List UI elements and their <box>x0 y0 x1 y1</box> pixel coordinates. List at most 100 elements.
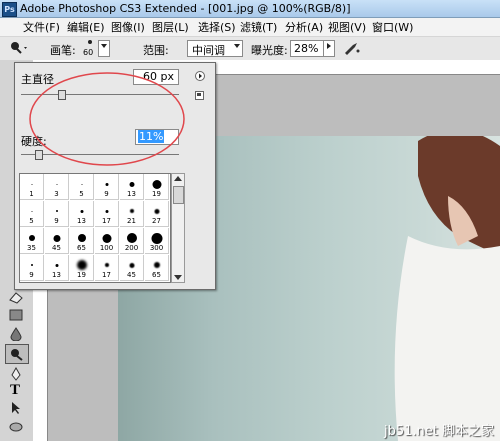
brush-tip-icon <box>31 183 32 185</box>
brush-tip-icon <box>105 182 108 186</box>
airbrush-icon[interactable] <box>343 41 361 55</box>
brush-preset[interactable]: 35 <box>20 228 44 254</box>
brush-preset-size: 65 <box>152 271 161 279</box>
watermark: jb51.net 脚本之家 <box>383 424 494 439</box>
brush-preset[interactable]: 19 <box>70 255 94 281</box>
highlight-circle-annotation <box>29 72 185 166</box>
brush-preset[interactable]: 1 <box>20 174 44 200</box>
menu-file[interactable]: 文件(F) <box>23 19 60 35</box>
menu-view[interactable]: 视图(V) <box>328 19 366 35</box>
blur-icon[interactable] <box>8 327 24 341</box>
brush-preset-size: 9 <box>104 190 109 198</box>
brush-tip-icon <box>76 260 87 270</box>
photoshop-app-icon: Ps <box>2 2 17 17</box>
brush-preset-size: 13 <box>127 190 136 198</box>
shape-icon[interactable] <box>8 420 24 434</box>
brush-preset[interactable]: 3 <box>45 174 69 200</box>
brush-preset-size: 300 <box>149 244 164 252</box>
dodge-tool-button[interactable] <box>5 344 29 364</box>
brush-preset-size: 35 <box>27 244 36 252</box>
menu-window[interactable]: 窗口(W) <box>372 19 413 35</box>
brush-preset[interactable]: 200 <box>120 228 144 254</box>
brush-tip-icon <box>154 208 159 214</box>
brush-tip-icon <box>129 262 134 268</box>
brush-tip-icon <box>55 210 58 212</box>
menu-analysis[interactable]: 分析(A) <box>285 19 323 35</box>
brush-tip-icon <box>153 262 160 268</box>
brush-preset[interactable]: 21 <box>120 201 144 227</box>
brush-tip-icon <box>129 209 134 213</box>
menu-image[interactable]: 图像(I) <box>111 19 145 35</box>
brush-preset[interactable]: 13 <box>70 201 94 227</box>
brush-dropdown-button[interactable] <box>98 40 110 57</box>
menu-edit[interactable]: 编辑(E) <box>67 19 105 35</box>
brush-preset-size: 13 <box>77 217 86 225</box>
brush-preset-size: 5 <box>79 190 84 198</box>
brush-preset[interactable]: 13 <box>120 174 144 200</box>
dodge-tool-preset-icon[interactable] <box>8 41 30 55</box>
save-brush-icon[interactable] <box>195 91 204 100</box>
brush-tip-icon <box>102 233 111 243</box>
preset-scrollbar[interactable] <box>171 173 185 283</box>
menu-select[interactable]: 选择(S) <box>198 19 236 35</box>
brush-preset[interactable]: 45 <box>120 255 144 281</box>
brush-preset-size: 17 <box>102 217 111 225</box>
brush-preset[interactable]: 13 <box>45 255 69 281</box>
range-select[interactable]: 中间调 <box>187 40 243 57</box>
menu-bar: 文件(F) 编辑(E) 图像(I) 图层(L) 选择(S) 滤镜(T) 分析(A… <box>0 18 500 37</box>
brush-preset-grid: 1 3 5 9 13 19 5 9 13 17 21 27 35 45 65 100 200 300 9 13 19 17… <box>19 173 171 283</box>
brush-preset-size: 17 <box>102 271 111 279</box>
brush-preset[interactable]: 300 <box>145 228 169 254</box>
gradient-icon[interactable] <box>8 308 24 322</box>
brush-preset-size: 21 <box>127 217 136 225</box>
brush-tip-icon <box>152 179 161 189</box>
brush-preset-size: 65 <box>77 244 86 252</box>
brush-tip-icon <box>129 181 134 187</box>
brush-preset[interactable]: 5 <box>20 201 44 227</box>
brush-preset-size: 13 <box>52 271 61 279</box>
brush-preset[interactable]: 45 <box>45 228 69 254</box>
brush-preset[interactable]: 5 <box>70 174 94 200</box>
brush-label: 画笔: <box>50 44 76 57</box>
menu-layer[interactable]: 图层(L) <box>152 19 189 35</box>
exposure-stepper-button[interactable] <box>323 40 335 57</box>
brush-tip-icon <box>80 209 83 213</box>
brush-tip-icon <box>77 234 86 242</box>
eraser-icon[interactable] <box>8 290 24 304</box>
brush-preset[interactable]: 17 <box>95 255 119 281</box>
brush-preset-size: 100 <box>99 244 114 252</box>
brush-preset[interactable]: 17 <box>95 201 119 227</box>
scroll-down-icon[interactable] <box>174 275 182 280</box>
brush-tip-icon <box>126 233 137 243</box>
brush-tip-icon <box>56 183 57 185</box>
scroll-up-icon[interactable] <box>174 176 182 181</box>
brush-preview[interactable]: 60 <box>82 38 98 58</box>
exposure-label: 曝光度: <box>251 44 288 57</box>
brush-preset[interactable]: 65 <box>145 255 169 281</box>
menu-filter[interactable]: 滤镜(T) <box>240 19 277 35</box>
brush-preset[interactable]: 9 <box>20 255 44 281</box>
pen-icon[interactable] <box>8 367 24 381</box>
brush-tip-icon <box>104 263 109 267</box>
path-selection-icon[interactable] <box>8 401 24 415</box>
dodge-icon <box>11 349 23 361</box>
panel-menu-arrow-icon[interactable] <box>195 71 205 81</box>
brush-preset[interactable]: 100 <box>95 228 119 254</box>
brush-preset[interactable]: 27 <box>145 201 169 227</box>
brush-preset-size: 45 <box>127 271 136 279</box>
exposure-value: 28% <box>294 42 319 55</box>
brush-preset-size: 3 <box>54 190 59 198</box>
brush-preset-size: 19 <box>77 271 86 279</box>
scrollbar-thumb[interactable] <box>173 186 184 204</box>
brush-preset[interactable]: 9 <box>45 201 69 227</box>
brush-preset[interactable]: 65 <box>70 228 94 254</box>
brush-preset-size: 9 <box>54 217 59 225</box>
brush-tip-icon <box>53 234 60 242</box>
options-bar: 画笔: 60 范围: 中间调 曝光度: 28% <box>0 37 500 61</box>
exposure-input[interactable]: 28% <box>290 40 324 57</box>
type-tool-icon[interactable]: T <box>10 382 20 399</box>
brush-preset[interactable]: 19 <box>145 174 169 200</box>
brush-preset[interactable]: 9 <box>95 174 119 200</box>
brush-preset-size: 5 <box>29 217 34 225</box>
brush-tip-icon <box>30 264 33 266</box>
